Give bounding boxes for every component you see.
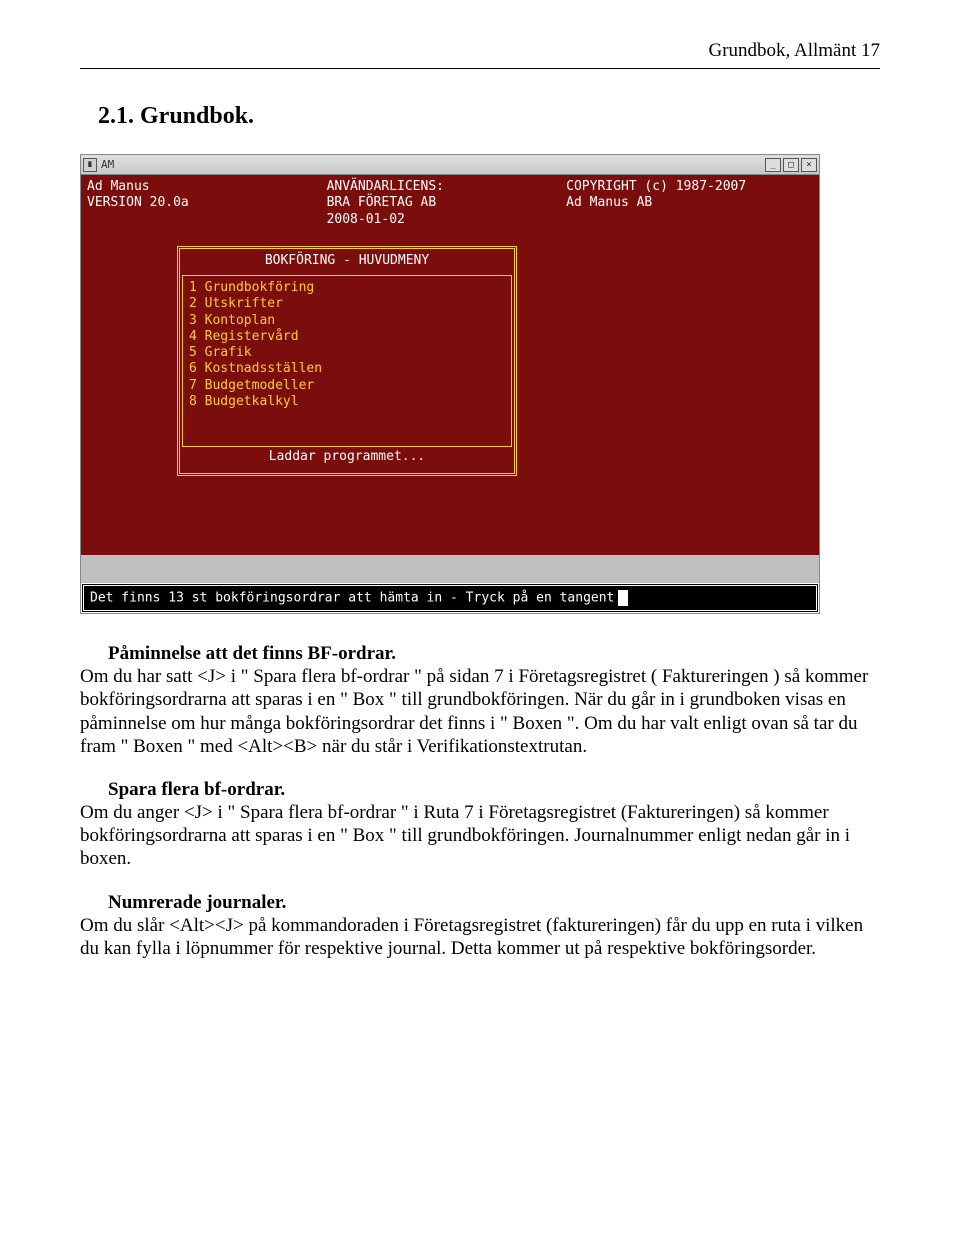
paragraph-2-head: Spara flera bf-ordrar. — [80, 778, 880, 801]
terminal-window: ∎ AM _ □ × Ad Manus ANVÄNDARLICENS: COPY… — [80, 154, 820, 614]
menu-item-1[interactable]: 1 Grundbokföring — [189, 280, 505, 296]
running-head: Grundbok, Allmänt 17 — [80, 40, 880, 62]
header-rule — [80, 68, 880, 69]
gray-strip — [81, 555, 819, 583]
section-heading: 2.1. Grundbok. — [98, 103, 880, 130]
info-c3-l2: Ad Manus AB — [566, 195, 806, 211]
info-c2-l1: ANVÄNDARLICENS: — [327, 179, 567, 195]
loading-text: Laddar programmet... — [182, 447, 512, 471]
info-row-2: VERSION 20.0a BRA FÖRETAG AB Ad Manus AB — [87, 195, 813, 211]
paragraph-2-body: Om du anger <J> i " Spara flera bf-ordra… — [80, 801, 880, 871]
info-c1-l2: VERSION 20.0a — [87, 195, 327, 211]
info-row-3: 2008-01-02 — [87, 212, 813, 228]
menu-item-4[interactable]: 4 Registervård — [189, 329, 505, 345]
app-icon: ∎ — [83, 158, 97, 172]
menu-item-3[interactable]: 3 Kontoplan — [189, 313, 505, 329]
menu-item-2[interactable]: 2 Utskrifter — [189, 296, 505, 312]
menu-item-8[interactable]: 8 Budgetkalkyl — [189, 394, 505, 410]
info-c3-l1: COPYRIGHT (c) 1987-2007 — [566, 179, 806, 195]
minimize-button[interactable]: _ — [765, 158, 781, 172]
body-text: Påminnelse att det finns BF-ordrar. Om d… — [80, 642, 880, 960]
info-c1-l3 — [87, 212, 327, 228]
window-buttons: _ □ × — [765, 158, 817, 172]
maximize-button[interactable]: □ — [783, 158, 799, 172]
cursor-icon — [618, 590, 628, 606]
window-title: AM — [101, 158, 765, 171]
menu-items: 1 Grundbokföring 2 Utskrifter 3 Kontopla… — [182, 275, 512, 447]
status-message: Det finns 13 st bokföringsordrar att häm… — [90, 591, 614, 606]
info-row-1: Ad Manus ANVÄNDARLICENS: COPYRIGHT (c) 1… — [87, 179, 813, 195]
menu-item-6[interactable]: 6 Kostnadsställen — [189, 361, 505, 377]
menu-item-7[interactable]: 7 Budgetmodeller — [189, 378, 505, 394]
paragraph-3-head: Numrerade journaler. — [80, 891, 880, 914]
terminal-body: Ad Manus ANVÄNDARLICENS: COPYRIGHT (c) 1… — [81, 175, 819, 555]
info-c1-l1: Ad Manus — [87, 179, 327, 195]
menu-gap — [189, 410, 505, 444]
paragraph-3-body: Om du slår <Alt><J> på kommandoraden i F… — [80, 914, 880, 960]
paragraph-1-body: Om du har satt <J> i " Spara flera bf-or… — [80, 665, 880, 758]
close-button[interactable]: × — [801, 158, 817, 172]
info-c2-l2: BRA FÖRETAG AB — [327, 195, 567, 211]
info-c3-l3 — [566, 212, 806, 228]
info-c2-l3: 2008-01-02 — [327, 212, 567, 228]
main-menu-box: BOKFÖRING - HUVUDMENY 1 Grundbokföring 2… — [177, 246, 517, 477]
paragraph-1-head: Påminnelse att det finns BF-ordrar. — [80, 642, 880, 665]
status-bar: Det finns 13 st bokföringsordrar att häm… — [81, 583, 819, 613]
menu-title: BOKFÖRING - HUVUDMENY — [182, 251, 512, 275]
menu-item-5[interactable]: 5 Grafik — [189, 345, 505, 361]
window-titlebar: ∎ AM _ □ × — [81, 155, 819, 175]
